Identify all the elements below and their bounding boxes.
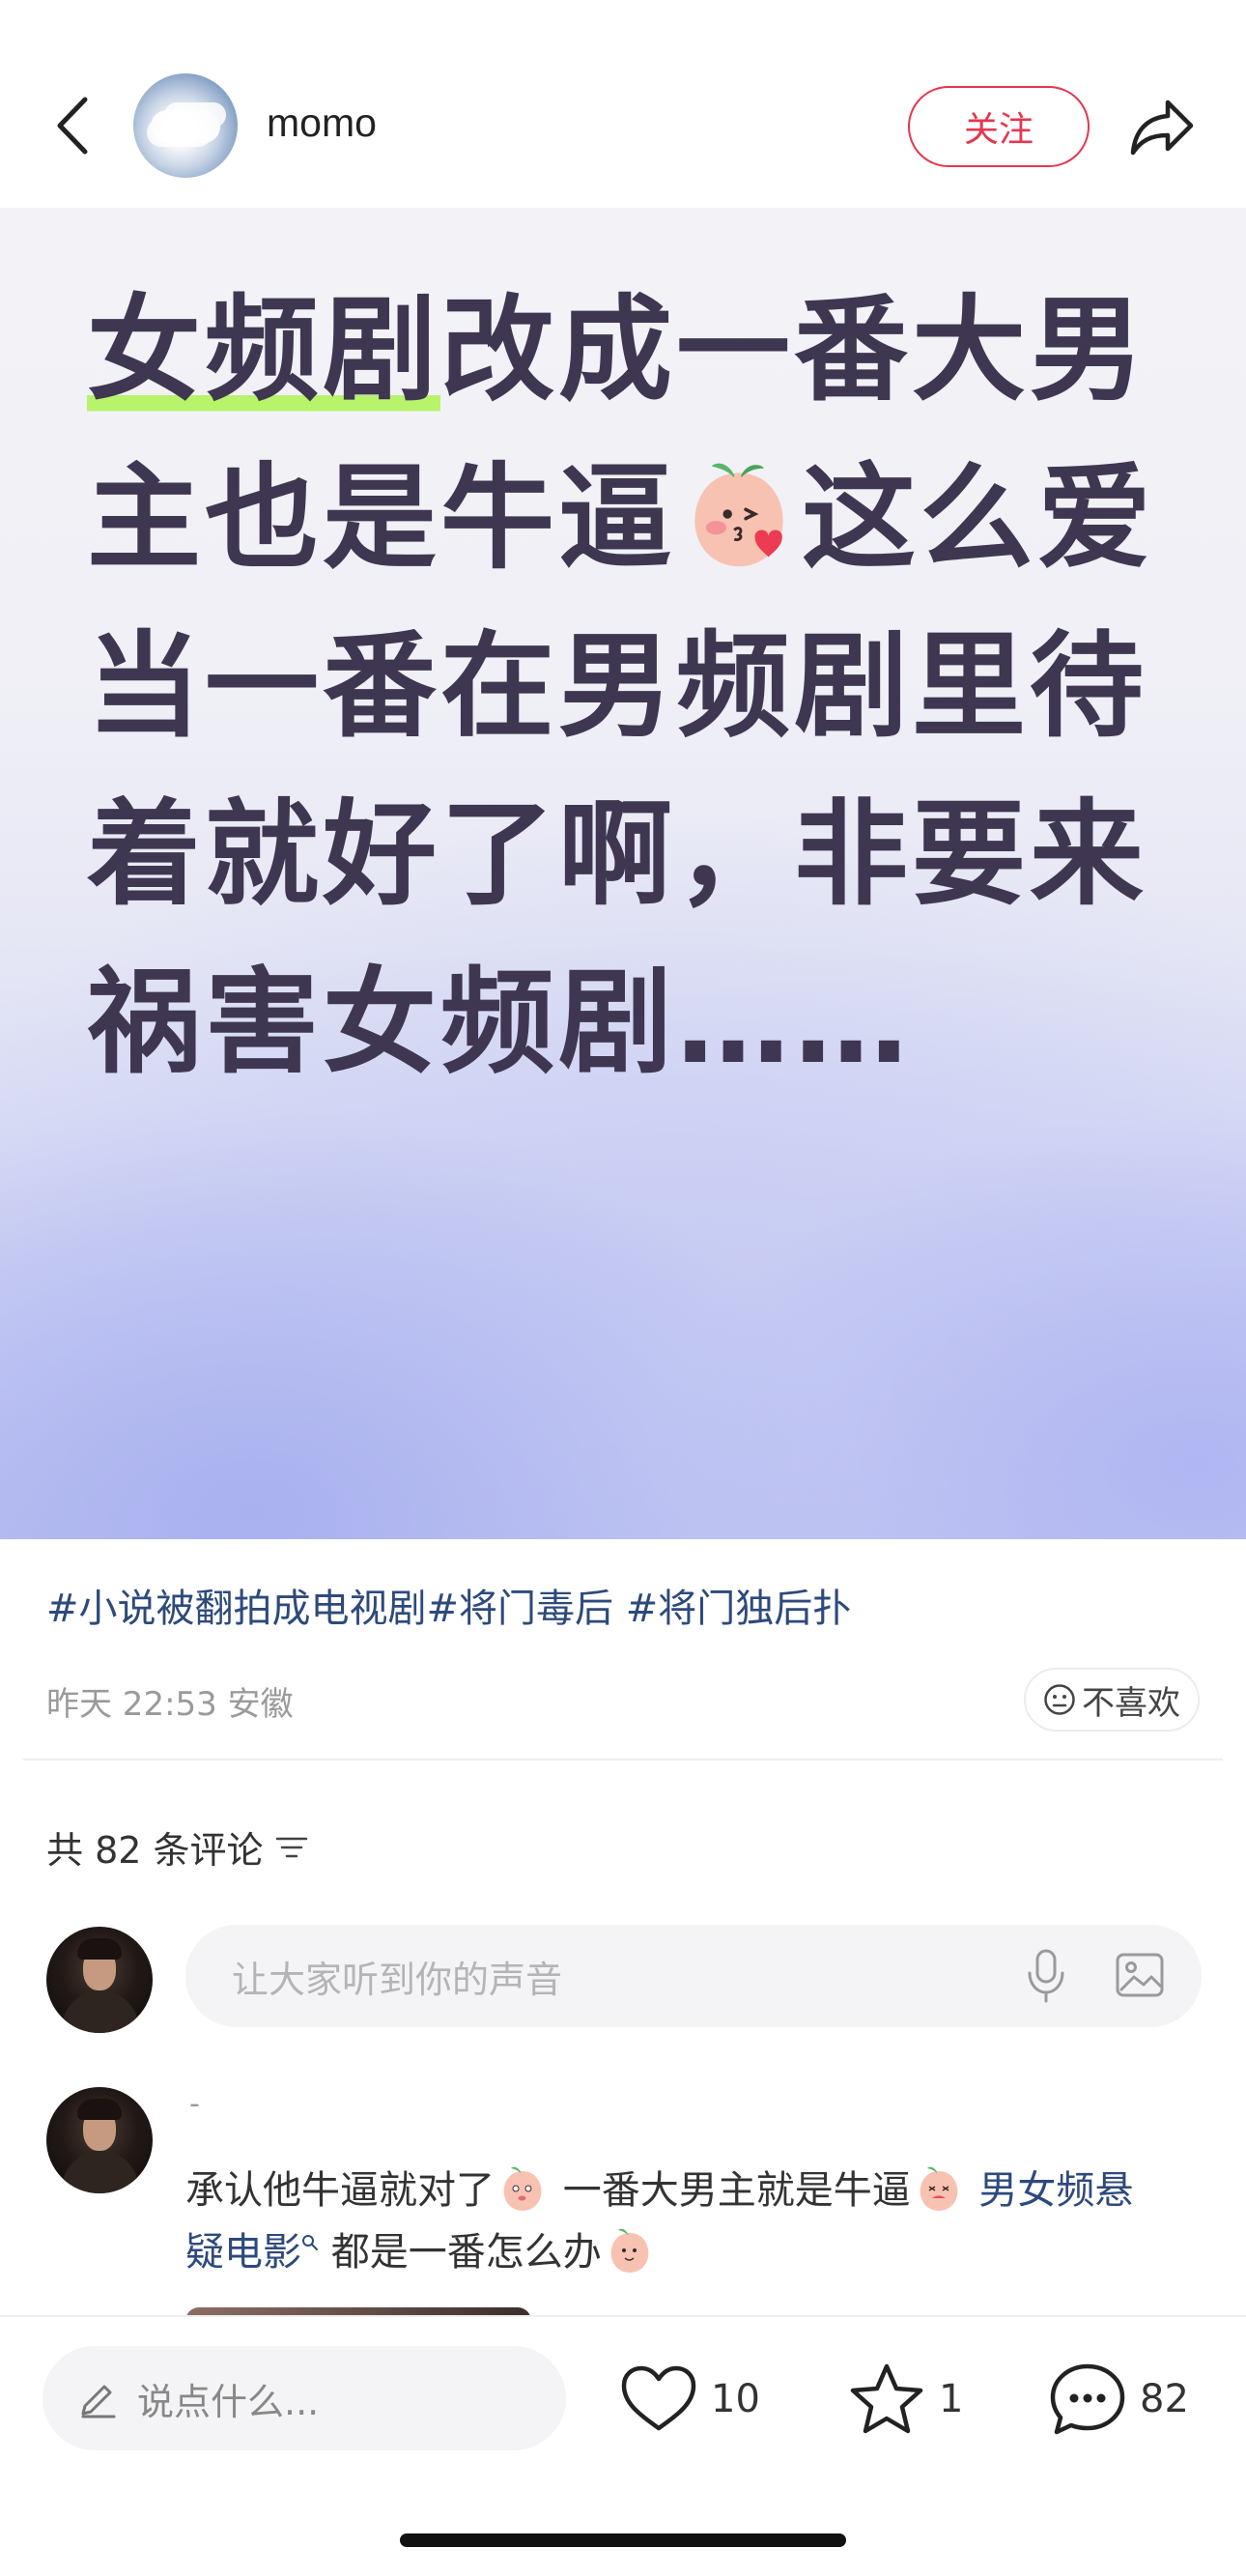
dislike-label: 不喜欢 xyxy=(1082,1683,1180,1723)
back-button[interactable] xyxy=(42,89,100,162)
image-icon[interactable] xyxy=(1115,1950,1165,2000)
favorite-count: 1 xyxy=(939,2377,964,2421)
comment-search-link[interactable]: 疑电影 xyxy=(185,2230,301,2275)
say-something-placeholder: 说点什么... xyxy=(137,2380,320,2423)
hero-line-2a: 主也是牛逼 xyxy=(87,451,677,585)
heart-icon xyxy=(621,2365,696,2431)
comment-text: 承认他牛逼就对了 一番大男主就是牛逼 男女频悬 xyxy=(185,2159,1133,2215)
comment-text-part: 承认他牛逼就对了 xyxy=(185,2168,495,2213)
comment-text-part: 一番大男主就是牛逼 xyxy=(551,2168,911,2213)
hero-line-4: 着就好了啊，非要来 xyxy=(87,787,1148,921)
favorite-button[interactable]: 1 xyxy=(848,2356,963,2443)
comment-text-line2: 疑电影 都是一番怎么办 xyxy=(185,2220,658,2276)
star-icon xyxy=(850,2363,923,2434)
post-meta: 昨天 22:53 安徽 xyxy=(46,1685,294,1724)
my-avatar[interactable] xyxy=(46,1927,153,2033)
peach-emoji-icon xyxy=(610,2228,649,2273)
filter-icon[interactable] xyxy=(275,1834,308,1861)
pencil-icon xyxy=(81,2385,116,2419)
highlighted-text: 女频剧 xyxy=(87,283,441,416)
comments-count-label: 共 82 条评论 xyxy=(46,1829,264,1872)
comment-button[interactable]: 82 xyxy=(1049,2356,1189,2443)
share-button[interactable] xyxy=(1128,93,1196,160)
commenter-avatar[interactable] xyxy=(46,2087,153,2193)
post-image-text: 女频剧改成一番大男 主也是牛逼 这么爱 当一番在男频剧里待 着就好了啊，非要来 … xyxy=(87,266,1178,1106)
say-something-input[interactable]: 说点什么... xyxy=(42,2346,566,2450)
hero-line-2b: 这么爱 xyxy=(802,451,1156,585)
peach-emoji-icon xyxy=(694,463,783,567)
home-indicator[interactable] xyxy=(400,2533,846,2547)
avatar-hair xyxy=(77,2099,122,2120)
peach-emoji-icon xyxy=(920,2166,958,2211)
back-icon xyxy=(57,97,88,155)
dislike-button[interactable]: 不喜欢 xyxy=(1024,1668,1200,1732)
like-button[interactable]: 10 xyxy=(620,2356,760,2443)
post-image[interactable]: 女频剧改成一番大男 主也是牛逼 这么爱 当一番在男频剧里待 着就好了啊，非要来 … xyxy=(0,208,1246,1539)
follow-button[interactable]: 关注 xyxy=(908,86,1090,167)
author-name[interactable]: momo xyxy=(267,100,377,146)
author-avatar[interactable] xyxy=(133,73,238,178)
comment-text-part: 都是一番怎么办 xyxy=(319,2230,602,2275)
neutral-face-icon xyxy=(1044,1684,1075,1715)
avatar-body xyxy=(62,2151,139,2193)
like-count: 10 xyxy=(711,2377,760,2421)
post-tags[interactable]: #小说被翻拍成电视剧#将门毒后 #将门独后扑 xyxy=(46,1577,851,1633)
hero-line-1: 改成一番大男 xyxy=(440,283,1148,416)
mic-icon[interactable] xyxy=(1022,1948,1070,2004)
hero-line-3: 当一番在男频剧里待 xyxy=(87,619,1148,753)
hero-line-5: 祸害女频剧…… xyxy=(87,956,913,1089)
commenter-name[interactable]: - xyxy=(189,2087,200,2121)
comments-count[interactable]: 共 82 条评论 xyxy=(46,1820,308,1874)
avatar-body xyxy=(62,1990,139,2033)
search-tag-icon xyxy=(302,2235,318,2250)
comment-count: 82 xyxy=(1140,2377,1189,2421)
chat-icon xyxy=(1050,2363,1125,2435)
post-header: momo 关注 xyxy=(0,0,1246,208)
share-icon xyxy=(1130,100,1194,156)
avatar-hair xyxy=(77,1938,122,1960)
peach-emoji-icon xyxy=(503,2166,542,2211)
comment-search-link[interactable]: 男女频悬 xyxy=(967,2168,1133,2213)
divider xyxy=(23,1759,1223,1760)
